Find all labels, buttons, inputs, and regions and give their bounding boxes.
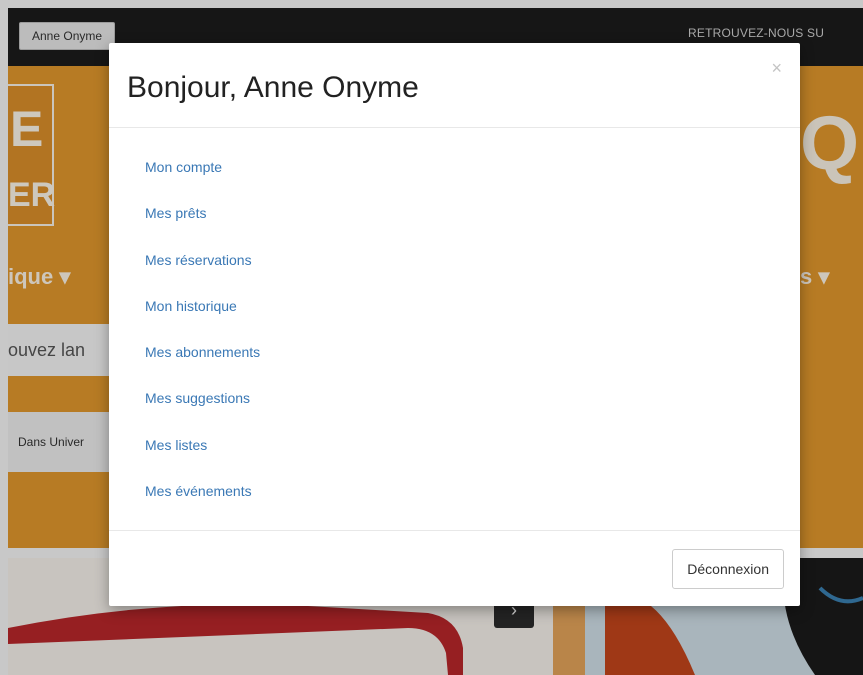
menu-link[interactable]: Mes suggestions	[145, 390, 250, 406]
menu-link[interactable]: Mes abonnements	[145, 344, 260, 360]
menu-item-events: Mes événements	[145, 483, 260, 529]
close-icon[interactable]: ×	[771, 59, 782, 77]
modal-header: Bonjour, Anne Onyme ×	[109, 43, 800, 128]
menu-link[interactable]: Mon historique	[145, 298, 237, 314]
menu-item-reservations: Mes réservations	[145, 252, 260, 298]
modal-footer: Déconnexion	[109, 530, 800, 607]
account-modal: Bonjour, Anne Onyme × Mon compte Mes prê…	[109, 43, 800, 606]
modal-title: Bonjour, Anne Onyme	[127, 71, 419, 104]
menu-link[interactable]: Mon compte	[145, 159, 222, 175]
menu-item-lists: Mes listes	[145, 437, 260, 483]
menu-link[interactable]: Mes prêts	[145, 205, 206, 221]
logout-button[interactable]: Déconnexion	[672, 549, 784, 589]
menu-link[interactable]: Mes événements	[145, 483, 252, 499]
menu-item-subscriptions: Mes abonnements	[145, 344, 260, 390]
menu-link[interactable]: Mes réservations	[145, 252, 252, 268]
menu-link[interactable]: Mes listes	[145, 437, 207, 453]
menu-item-suggestions: Mes suggestions	[145, 390, 260, 436]
menu-item-loans: Mes prêts	[145, 205, 260, 251]
account-menu: Mon compte Mes prêts Mes réservations Mo…	[145, 159, 260, 529]
menu-item-history: Mon historique	[145, 298, 260, 344]
menu-item-account: Mon compte	[145, 159, 260, 205]
